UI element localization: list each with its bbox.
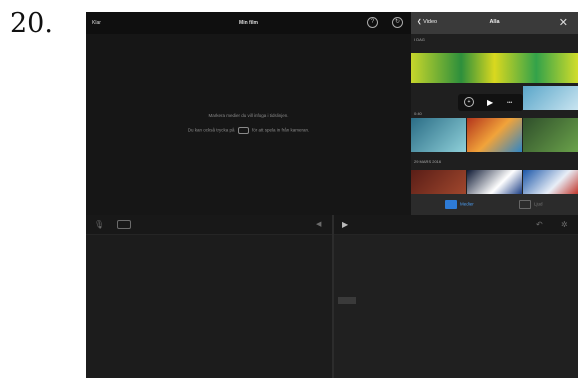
video-thumbnail[interactable]: [411, 170, 466, 194]
timeline-empty-left: [86, 215, 332, 378]
video-thumbnail-selected[interactable]: [411, 53, 578, 83]
help-icon[interactable]: ?: [367, 17, 378, 28]
undo-icon[interactable]: ↶: [536, 220, 543, 230]
timeline-empty-right: [334, 215, 578, 378]
add-icon[interactable]: +: [464, 97, 474, 107]
media-icon: [445, 200, 457, 209]
video-thumbnail[interactable]: [467, 170, 522, 194]
video-thumbnail[interactable]: [523, 86, 578, 110]
browser-tab-bar: Medier Ljud: [411, 194, 578, 215]
viewer-hint-post: för att spela in från kameran.: [252, 127, 310, 133]
top-bar: Klar Min film ? ↻: [86, 12, 411, 34]
media-browser: ❮ Video Alla ✕ I DAG 0:40 29 MARS 2016 +…: [411, 12, 578, 215]
project-title: Min film: [239, 20, 258, 26]
music-icon: [519, 200, 531, 209]
tab-audio[interactable]: Ljud: [519, 200, 543, 209]
more-icon[interactable]: •••: [507, 98, 512, 109]
close-icon[interactable]: ✕: [559, 16, 568, 29]
speaker-icon[interactable]: ◀: [316, 220, 321, 230]
video-thumbnail[interactable]: [523, 118, 578, 152]
clip-action-popup: + ▶ •••: [458, 94, 523, 111]
imovie-app: Klar Min film ? ↻ Markera medier du vill…: [86, 12, 578, 378]
viewer-hint-pre: Du kan också trycka på: [187, 127, 235, 133]
tab-audio-label: Ljud: [534, 201, 543, 207]
mic-icon[interactable]: 🎙︎: [94, 220, 104, 230]
video-thumbnail[interactable]: [467, 118, 522, 152]
viewer-hint-line2: Du kan också trycka på för att spela in …: [86, 127, 411, 134]
clip-duration: 0:40: [414, 111, 422, 116]
preview-viewer: Markera medier du vill infoga i tidslinj…: [86, 34, 411, 215]
step-number: 20.: [10, 8, 53, 39]
playhead[interactable]: [332, 215, 334, 378]
video-thumbnail[interactable]: [523, 170, 578, 194]
play-icon[interactable]: ▶: [487, 97, 493, 108]
video-thumbnail[interactable]: [411, 118, 466, 152]
gear-icon[interactable]: ✲: [561, 220, 568, 230]
section-label-date: 29 MARS 2016: [414, 159, 442, 164]
section-label-today: I DAG: [414, 37, 425, 42]
browser-title: Alla: [489, 19, 500, 25]
camera-icon[interactable]: [117, 220, 131, 229]
tab-media-label: Medier: [460, 201, 474, 207]
timeline-area: 🎙︎ ◀ ▶ ↶ ✲: [86, 215, 578, 378]
browser-header: ❮ Video Alla ✕: [411, 12, 578, 34]
camera-icon: [237, 127, 249, 134]
settings-icon[interactable]: ↻: [392, 17, 403, 28]
play-icon[interactable]: ▶: [342, 220, 348, 230]
tab-media[interactable]: Medier: [445, 200, 474, 209]
viewer-hint-line1: Markera medier du vill infoga i tidslinj…: [208, 113, 289, 118]
timeline-position-marker: [338, 297, 356, 304]
